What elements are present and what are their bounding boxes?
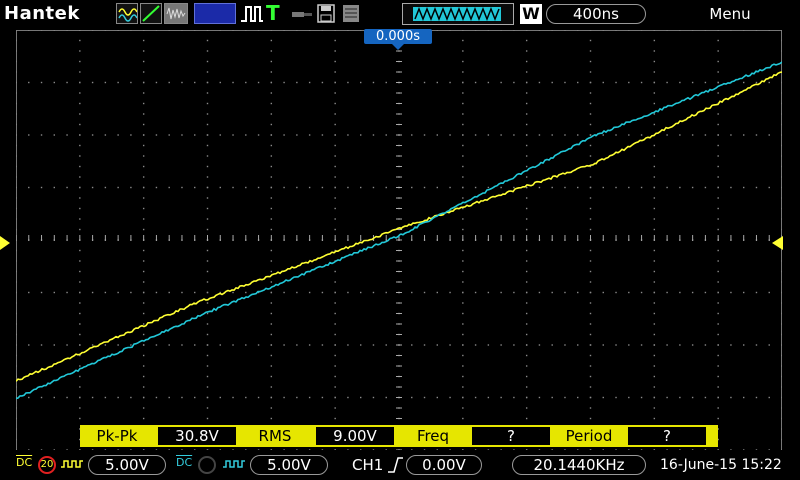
menu-button[interactable]: Menu [700,5,760,23]
ch2-trace [16,62,782,399]
meas-value-period: ? [628,427,706,445]
print-icon[interactable] [340,3,362,24]
memory-depth-icon[interactable] [402,3,514,25]
meas-value-pkpk: 30.8V [158,427,236,445]
trigger-position-label: 0.000s [364,29,432,44]
trigger-source[interactable]: CH1 [352,455,384,475]
trigger-position-marker [392,44,404,50]
waveform-display [16,30,782,450]
ch2-invert-icon[interactable] [222,457,246,475]
ch2-volts-div[interactable]: 5.00V [250,455,328,475]
noise-icon[interactable] [164,3,188,24]
pulse-icon[interactable] [240,4,264,24]
trigger-t-icon[interactable]: T [266,2,286,24]
trigger-level-marker[interactable] [772,236,783,250]
timebase-display[interactable]: 400ns [546,4,646,24]
meas-value-rms: 9.00V [316,427,394,445]
ch1-volts-div[interactable]: 5.00V [88,455,166,475]
meas-label-pkpk: Pk-Pk [82,427,152,445]
meas-label-period: Period [554,427,624,445]
w-icon[interactable]: W [520,4,542,24]
save-icon[interactable] [316,3,336,24]
ch1-ground-marker[interactable] [0,236,10,250]
datetime: 16-June-15 15:22 [660,455,798,475]
ramp-icon[interactable] [140,3,162,24]
meas-value-freq: ? [472,427,550,445]
ch1-bandwidth-limit-icon[interactable]: 20 [38,456,56,474]
meas-label-freq: Freq [398,427,468,445]
meas-label-rms: RMS [240,427,310,445]
waveform-icon[interactable] [116,3,138,24]
brand-logo: Hantek [4,3,80,24]
trigger-frequency: 20.1440KHz [512,455,646,475]
ch1-coupling-icon[interactable]: DC [16,458,36,468]
ch2-coupling-icon[interactable]: DC [176,458,196,468]
trigger-level[interactable]: 0.00V [406,455,482,475]
ch2-bandwidth-limit-icon[interactable] [198,456,216,474]
trigger-edge-rising-icon[interactable] [386,456,404,474]
ch1-invert-icon[interactable] [60,457,84,475]
run-state-icon[interactable] [194,3,236,24]
probe-icon[interactable] [290,5,314,23]
graticule [16,30,782,450]
